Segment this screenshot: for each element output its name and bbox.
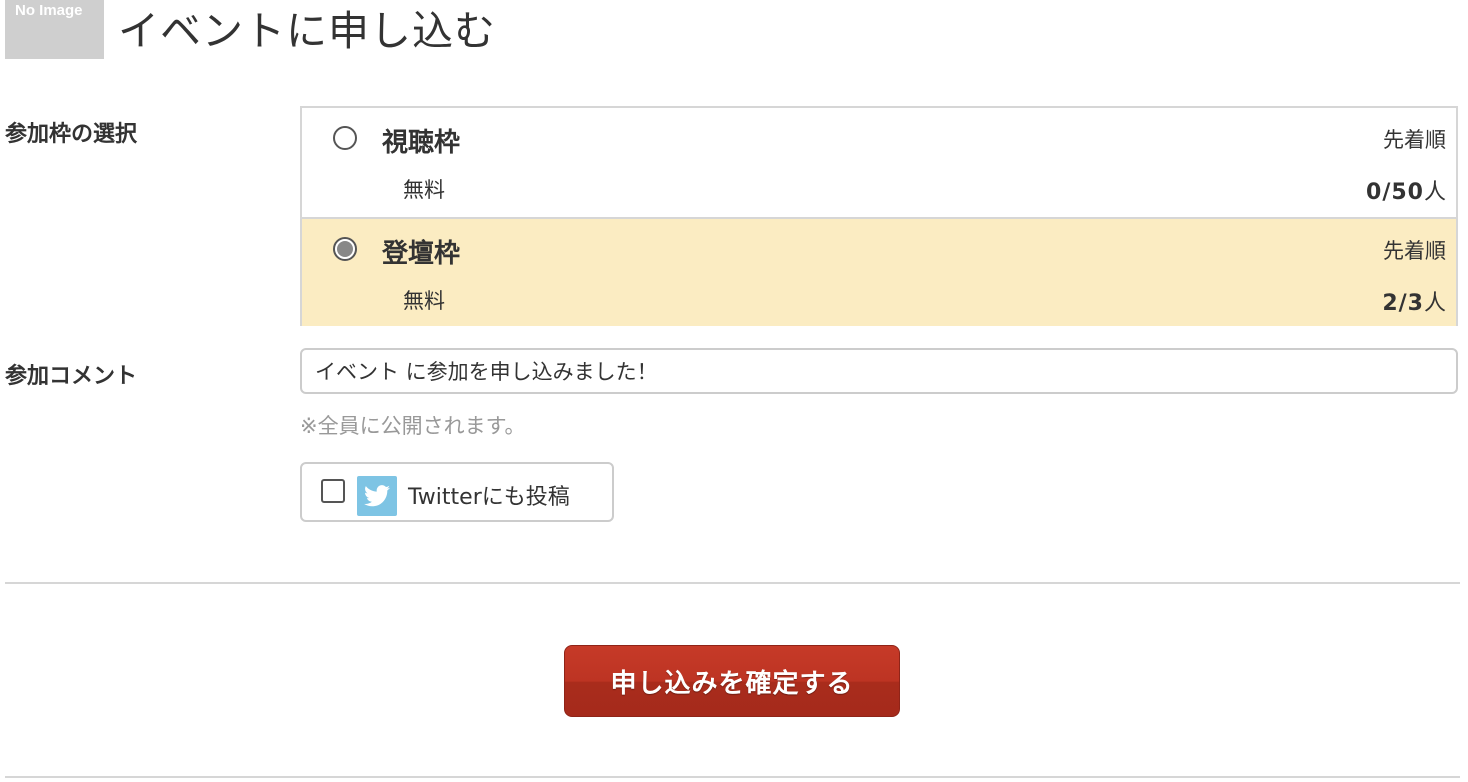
twitter-icon	[357, 476, 397, 516]
comment-input[interactable]	[300, 348, 1458, 394]
radio-button[interactable]	[333, 126, 357, 150]
comment-label: 参加コメント	[5, 364, 138, 389]
twitter-post-option[interactable]: Twitterにも投稿	[300, 462, 614, 522]
page-title: イベントに申し込む	[118, 7, 496, 55]
slot-selection-label: 参加枠の選択	[5, 122, 138, 147]
twitter-post-label: Twitterにも投稿	[408, 485, 570, 510]
slot-capacity: 0/50人	[1366, 174, 1446, 206]
radio-button-selected[interactable]	[333, 237, 357, 261]
slot-name: 登壇枠	[382, 239, 461, 269]
slot-capacity-unit: 人	[1423, 180, 1446, 205]
slot-capacity-unit: 人	[1423, 291, 1446, 316]
divider-bottom	[5, 776, 1460, 778]
slot-price: 無料	[403, 178, 445, 202]
event-thumbnail: No Image	[5, 0, 104, 59]
divider-top	[5, 582, 1460, 584]
slot-order-type: 先着順	[1383, 239, 1446, 263]
twitter-checkbox[interactable]	[321, 479, 345, 503]
slot-capacity: 2/3人	[1382, 285, 1446, 317]
slot-capacity-count: 0/50	[1366, 180, 1424, 205]
slot-options: 視聴枠 先着順 無料 0/50人 登壇枠 先着順 無料 2/3人	[300, 106, 1458, 326]
event-application-page: No Image イベントに申し込む 参加枠の選択 視聴枠 先着順 無料 0/5…	[0, 0, 1468, 782]
slot-order-type: 先着順	[1383, 128, 1446, 152]
comment-visibility-note: ※全員に公開されます。	[300, 414, 526, 438]
confirm-application-button[interactable]: 申し込みを確定する	[564, 645, 900, 717]
slot-option-speaker[interactable]: 登壇枠 先着順 無料 2/3人	[302, 217, 1456, 326]
slot-capacity-count: 2/3	[1382, 291, 1424, 316]
page-header: No Image イベントに申し込む	[5, 0, 496, 60]
thumbnail-placeholder-text: No Image	[15, 2, 83, 19]
slot-name: 視聴枠	[382, 128, 461, 158]
slot-option-viewing[interactable]: 視聴枠 先着順 無料 0/50人	[302, 108, 1456, 217]
slot-price: 無料	[403, 289, 445, 313]
